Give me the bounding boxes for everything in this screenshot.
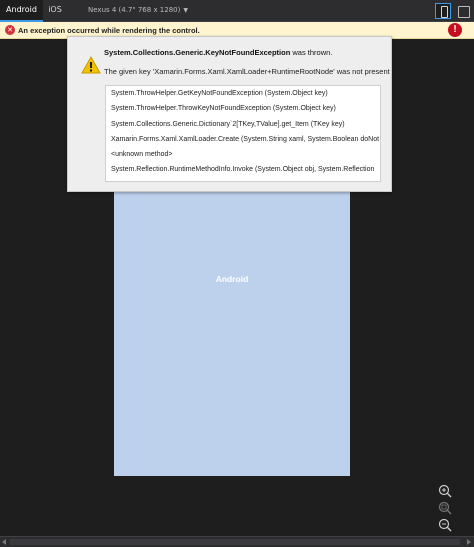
scrollbar-thumb[interactable] xyxy=(10,539,460,545)
scroll-left-icon[interactable] xyxy=(2,539,6,545)
exception-message: The given key 'Xamarin.Forms.Xaml.XamlLo… xyxy=(104,67,390,76)
error-circle-icon: ✕ xyxy=(5,25,15,35)
zoom-out-icon xyxy=(438,518,452,532)
device-dropdown[interactable]: Nexus 4 (4.7" 768 x 1280) ▼ xyxy=(88,0,188,22)
zoom-fit-icon xyxy=(438,501,452,515)
stack-line: System.Reflection.RuntimeMethodInfo.Invo… xyxy=(111,166,375,173)
stack-line: System.ThrowHelper.GetKeyNotFoundExcepti… xyxy=(111,90,328,97)
stack-line: <unknown method> xyxy=(111,151,173,158)
horizontal-scrollbar[interactable] xyxy=(0,536,474,547)
stack-line: System.ThrowHelper.ThrowKeyNotFoundExcep… xyxy=(111,105,336,112)
tab-android[interactable]: Android xyxy=(0,0,43,22)
dialog-title: System.Collections.Generic.KeyNotFoundEx… xyxy=(104,48,332,57)
zoom-in-button[interactable] xyxy=(437,483,453,499)
zoom-out-button[interactable] xyxy=(437,517,453,533)
stack-line: Xamarin.Forms.Xaml.XamlLoader.Create (Sy… xyxy=(111,136,380,143)
phone-view-button[interactable] xyxy=(435,3,451,19)
title-suffix: was thrown. xyxy=(290,48,333,57)
zoom-in-icon xyxy=(438,484,452,498)
stack-line: System.Collections.Generic.Dictionary`2[… xyxy=(111,121,345,128)
device-dropdown-label: Nexus 4 (4.7" 768 x 1280) xyxy=(88,6,181,14)
scroll-right-icon[interactable] xyxy=(467,539,471,545)
tablet-view-button[interactable] xyxy=(455,3,471,19)
exclamation-icon[interactable]: ! xyxy=(448,23,462,37)
top-toolbar: Android iOS Nexus 4 (4.7" 768 x 1280) ▼ xyxy=(0,0,474,22)
warning-triangle-icon xyxy=(81,56,101,74)
chevron-down-icon: ▼ xyxy=(183,7,188,14)
exception-type: System.Collections.Generic.KeyNotFoundEx… xyxy=(104,48,291,57)
stack-trace[interactable]: System.ThrowHelper.GetKeyNotFoundExcepti… xyxy=(105,85,381,182)
tab-ios[interactable]: iOS xyxy=(45,0,65,22)
preview-label: Android xyxy=(215,274,249,284)
device-preview: Android xyxy=(114,186,350,476)
zoom-fit-button[interactable] xyxy=(437,500,453,516)
exception-dialog: System.Collections.Generic.KeyNotFoundEx… xyxy=(67,36,392,192)
